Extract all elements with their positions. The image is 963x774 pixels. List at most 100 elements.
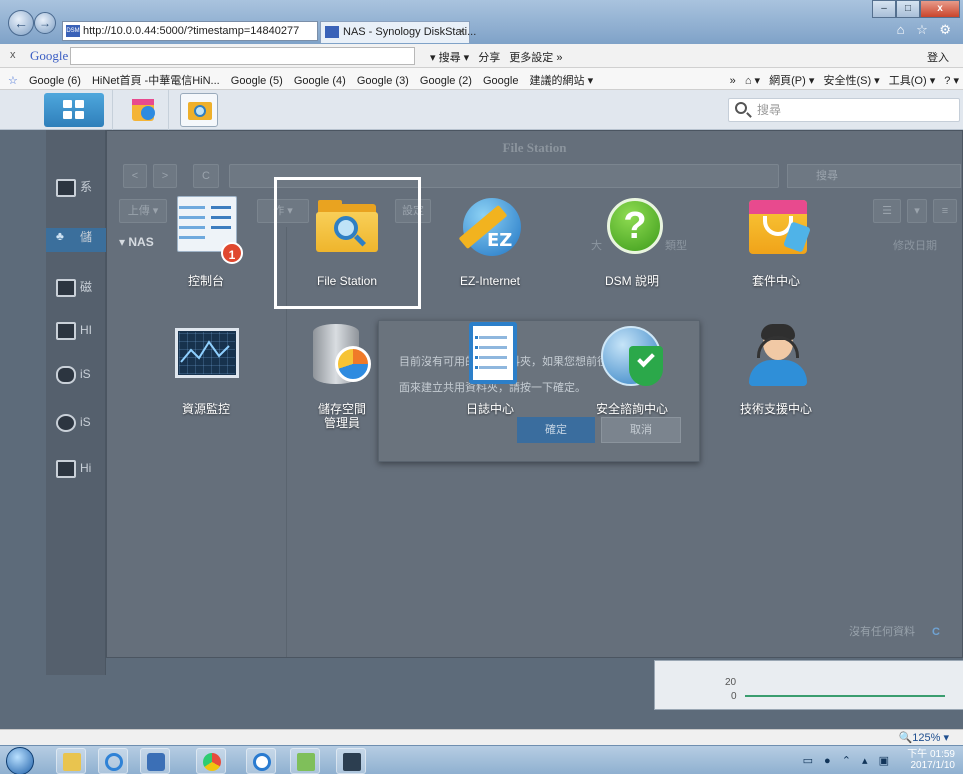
media-player-icon (147, 753, 165, 771)
address-bar[interactable]: DSM http://10.0.0.44:5000/?timestamp=148… (62, 21, 318, 41)
app-label: 套件中心 (751, 274, 800, 288)
dsm-search-input[interactable]: 搜尋 (728, 98, 960, 122)
app-security-advisor[interactable]: 安全諮詢中心 (562, 322, 702, 416)
maximize-button[interactable]: □ (896, 0, 920, 18)
explorer-taskbar-button[interactable] (56, 748, 86, 774)
main-menu-grid-icon (63, 100, 85, 120)
app-storage-manager[interactable]: 儲存空間 管理員 (272, 322, 412, 430)
favorites-bar: ☆ Google (6) HiNet首頁 -中華電信HiN... Google … (0, 68, 963, 90)
app-resource-monitor[interactable]: 資源監控 (136, 322, 276, 416)
tools-menu[interactable]: 工具(O) ▾ (889, 75, 935, 87)
storage-manager-sidebar: 系 ♣ 儲 磁 HI iS iS Hi (46, 130, 106, 675)
fs-back-button[interactable]: < (123, 164, 147, 188)
package-center-taskbar-button[interactable] (124, 93, 162, 127)
installer-taskbar-button[interactable] (290, 748, 320, 774)
control-panel-icon: 1 (173, 194, 243, 264)
favorite-item[interactable]: Google (5) (231, 75, 283, 87)
google-search-input[interactable] (70, 47, 415, 65)
chrome-taskbar-button[interactable] (196, 748, 226, 774)
support-center-icon (743, 322, 809, 388)
ie-icon (105, 753, 123, 771)
help-menu[interactable]: ? ▾ (944, 75, 959, 87)
resource-widget: 20 0 (654, 660, 963, 710)
fs-refresh-button[interactable]: C (193, 164, 219, 188)
app-dsm-help[interactable]: ? DSM 說明 (562, 194, 702, 288)
main-menu-button[interactable] (44, 93, 104, 127)
sidebar-item[interactable]: 系 (56, 178, 96, 202)
file-station-icon (188, 102, 212, 120)
google-search-button[interactable]: ▾ 搜尋 ▾ (430, 52, 469, 64)
sidebar-item[interactable]: iS (56, 366, 96, 390)
overview-icon (56, 178, 76, 197)
fs-empty-message: 沒有任何資料 C (848, 626, 940, 638)
favorite-item[interactable]: 建議的網站 ▾ (530, 75, 594, 87)
clock-time: 下午 01:59 (907, 749, 955, 760)
clock[interactable]: 下午 01:59 2017/1/10 (907, 749, 955, 771)
status-bar: 🔍125% ▾ (0, 729, 963, 745)
browser-tab[interactable]: NAS - Synology DiskStati... × (320, 21, 476, 43)
close-window-button[interactable]: x (920, 0, 960, 18)
tab-close-icon[interactable]: × (459, 22, 465, 42)
home-menu[interactable]: ⌂ ▾ (745, 75, 760, 87)
app-label: 資源監控 (181, 402, 230, 416)
app-control-panel[interactable]: 1 控制台 (136, 194, 276, 288)
windows-taskbar: ▭ ● ⌃ ▴ ▣ 下午 01:59 2017/1/10 (0, 745, 963, 774)
app-taskbar-button[interactable] (246, 748, 276, 774)
favorite-item[interactable]: Google (2) (420, 75, 472, 87)
sidebar-item[interactable]: Hi (56, 460, 96, 484)
google-toolbar-close-icon[interactable]: x (10, 49, 16, 61)
fs-view-dropdown[interactable]: ▾ (907, 199, 927, 223)
volume-icon: ♣ (56, 228, 64, 243)
fs-list-view-button[interactable]: ☰ (873, 199, 901, 223)
storage-manager-icon (309, 322, 375, 388)
app-log-center[interactable]: 日誌中心 (420, 322, 560, 416)
app-package-center[interactable]: 套件中心 (706, 194, 846, 288)
home-favorites-tools-icons[interactable]: ⌂ ☆ ⚙ (897, 22, 955, 38)
start-button[interactable] (6, 747, 34, 774)
fs-sort-button[interactable]: ≡ (933, 199, 957, 223)
dialog-cancel-button[interactable]: 取消 (601, 417, 681, 443)
sidebar-item-active[interactable]: ♣ 儲 (46, 228, 106, 252)
forward-button[interactable]: → (34, 12, 56, 34)
safety-menu[interactable]: 安全性(S) ▾ (823, 75, 879, 87)
google-login-link[interactable]: 登入 (927, 49, 949, 65)
sidebar-item[interactable]: 磁 (56, 278, 96, 302)
fs-empty-refresh-icon[interactable]: C (932, 626, 940, 638)
fs-forward-button[interactable]: > (153, 164, 177, 188)
favorites-star-icon[interactable]: ☆ (8, 75, 18, 87)
file-station-taskbar-button[interactable] (180, 93, 218, 127)
window-controls: – □ x (872, 0, 960, 18)
favorite-item[interactable]: Google (483, 75, 518, 87)
fs-search-input[interactable]: 搜尋 (787, 164, 961, 188)
command-overflow[interactable]: » (730, 75, 736, 87)
favorite-item[interactable]: HiNet首頁 -中華電信HiN... (92, 75, 220, 87)
page-menu[interactable]: 網頁(P) ▾ (769, 75, 814, 87)
sidebar-item[interactable]: HI (56, 322, 96, 346)
favorite-item[interactable]: Google (6) (29, 75, 81, 87)
favorite-item[interactable]: Google (4) (294, 75, 346, 87)
fs-column-modified[interactable]: 修改日期 (893, 237, 937, 253)
app-label: DSM 說明 (604, 274, 659, 288)
minimize-button[interactable]: – (872, 0, 896, 18)
tab-title: NAS - Synology DiskStati... (343, 26, 477, 38)
google-share-button[interactable]: 分享 (478, 52, 500, 64)
zoom-level[interactable]: 🔍125% ▾ (899, 731, 949, 744)
app-ez-internet[interactable]: EZ EZ-Internet (420, 194, 560, 288)
file-station-highlight-box (274, 177, 421, 309)
favorite-item[interactable]: Google (3) (357, 75, 409, 87)
package-center-icon (743, 194, 811, 260)
help-icon: ? (599, 194, 665, 260)
back-button[interactable]: ← (8, 10, 34, 36)
favorites-list: ☆ Google (6) HiNet首頁 -中華電信HiN... Google … (8, 72, 601, 88)
sidebar-item[interactable]: iS (56, 414, 96, 438)
synology-assistant-taskbar-button[interactable] (336, 748, 366, 774)
ie-taskbar-button[interactable] (98, 748, 128, 774)
address-url: http://10.0.0.44:5000/?timestamp=1484027… (83, 25, 300, 37)
dialog-ok-button[interactable]: 確定 (517, 417, 595, 443)
app-support-center[interactable]: 技術支援中心 (706, 322, 846, 416)
media-taskbar-button[interactable] (140, 748, 170, 774)
ez-internet-icon: EZ (457, 194, 523, 260)
system-tray-icons[interactable]: ▭ ● ⌃ ▴ ▣ (803, 754, 893, 767)
file-station-title: File Station (502, 140, 567, 155)
google-more-button[interactable]: 更多設定 » (509, 52, 562, 64)
